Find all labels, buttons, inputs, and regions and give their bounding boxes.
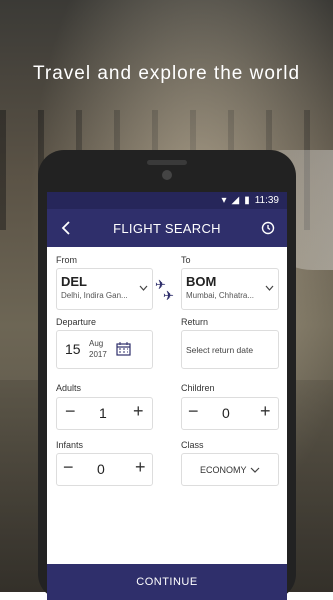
from-field[interactable]: DEL Delhi, Indira Gan... [56,268,153,310]
class-value: ECONOMY [200,465,247,475]
wifi-icon: ▾ [221,195,227,206]
battery-icon: ▮ [244,195,250,206]
app-bar: FLIGHT SEARCH [47,209,287,247]
phone-speaker [147,160,187,165]
adults-label: Adults [56,383,82,393]
plus-button[interactable]: + [135,457,146,478]
class-label: Class [181,440,204,450]
adults-count: 1 [99,405,107,421]
chevron-down-icon [250,467,260,473]
from-label: From [56,255,77,265]
infants-count: 0 [97,461,105,477]
children-label: Children [181,383,215,393]
to-code: BOM [186,274,217,289]
chevron-down-icon [265,285,274,291]
back-arrow-icon[interactable] [55,217,77,239]
departure-month: Aug [89,339,104,348]
departure-day: 15 [65,341,81,357]
return-label: Return [181,317,209,327]
class-select[interactable]: ECONOMY [181,453,279,486]
return-placeholder: Select return date [186,345,254,355]
phone-camera [162,170,172,180]
status-bar: ▾ ◢ ▮ 11:39 [47,192,287,209]
children-count: 0 [222,405,230,421]
plus-button[interactable]: + [260,401,271,422]
minus-button[interactable]: − [63,457,74,478]
search-form: From DEL Delhi, Indira Gan... ✈ ✈ To BOM … [47,247,287,562]
adults-stepper[interactable]: − 1 + [56,397,153,430]
app-screen: ▾ ◢ ▮ 11:39 FLIGHT SEARCH From DEL Delhi… [47,192,287,600]
from-name: Delhi, Indira Gan... [61,291,128,300]
return-date-field[interactable]: Select return date [181,330,279,369]
minus-button[interactable]: − [65,401,76,422]
plus-button[interactable]: + [133,401,144,422]
continue-button[interactable]: CONTINUE [47,564,287,600]
headline: Travel and explore the world [32,63,301,84]
swap-flight-icon[interactable]: ✈ ✈ [155,277,179,304]
minus-button[interactable]: − [188,401,199,422]
departure-label: Departure [56,317,97,327]
phone-frame: ▾ ◢ ▮ 11:39 FLIGHT SEARCH From DEL Delhi… [38,150,296,600]
calendar-icon [116,342,131,356]
page-title: FLIGHT SEARCH [113,220,221,236]
departure-year: 2017 [89,350,107,359]
to-label: To [181,255,191,265]
infants-label: Infants [56,440,84,450]
from-code: DEL [61,274,87,289]
to-field[interactable]: BOM Mumbai, Chhatra... [181,268,279,310]
history-icon[interactable] [257,217,279,239]
status-time: 11:39 [254,195,279,206]
svg-text:✈: ✈ [163,289,174,301]
children-stepper[interactable]: − 0 + [181,397,279,430]
chevron-down-icon [139,285,148,291]
infants-stepper[interactable]: − 0 + [56,453,153,486]
signal-icon: ◢ [231,195,240,206]
departure-date-field[interactable]: 15 Aug 2017 [56,330,153,369]
to-name: Mumbai, Chhatra... [186,291,255,300]
